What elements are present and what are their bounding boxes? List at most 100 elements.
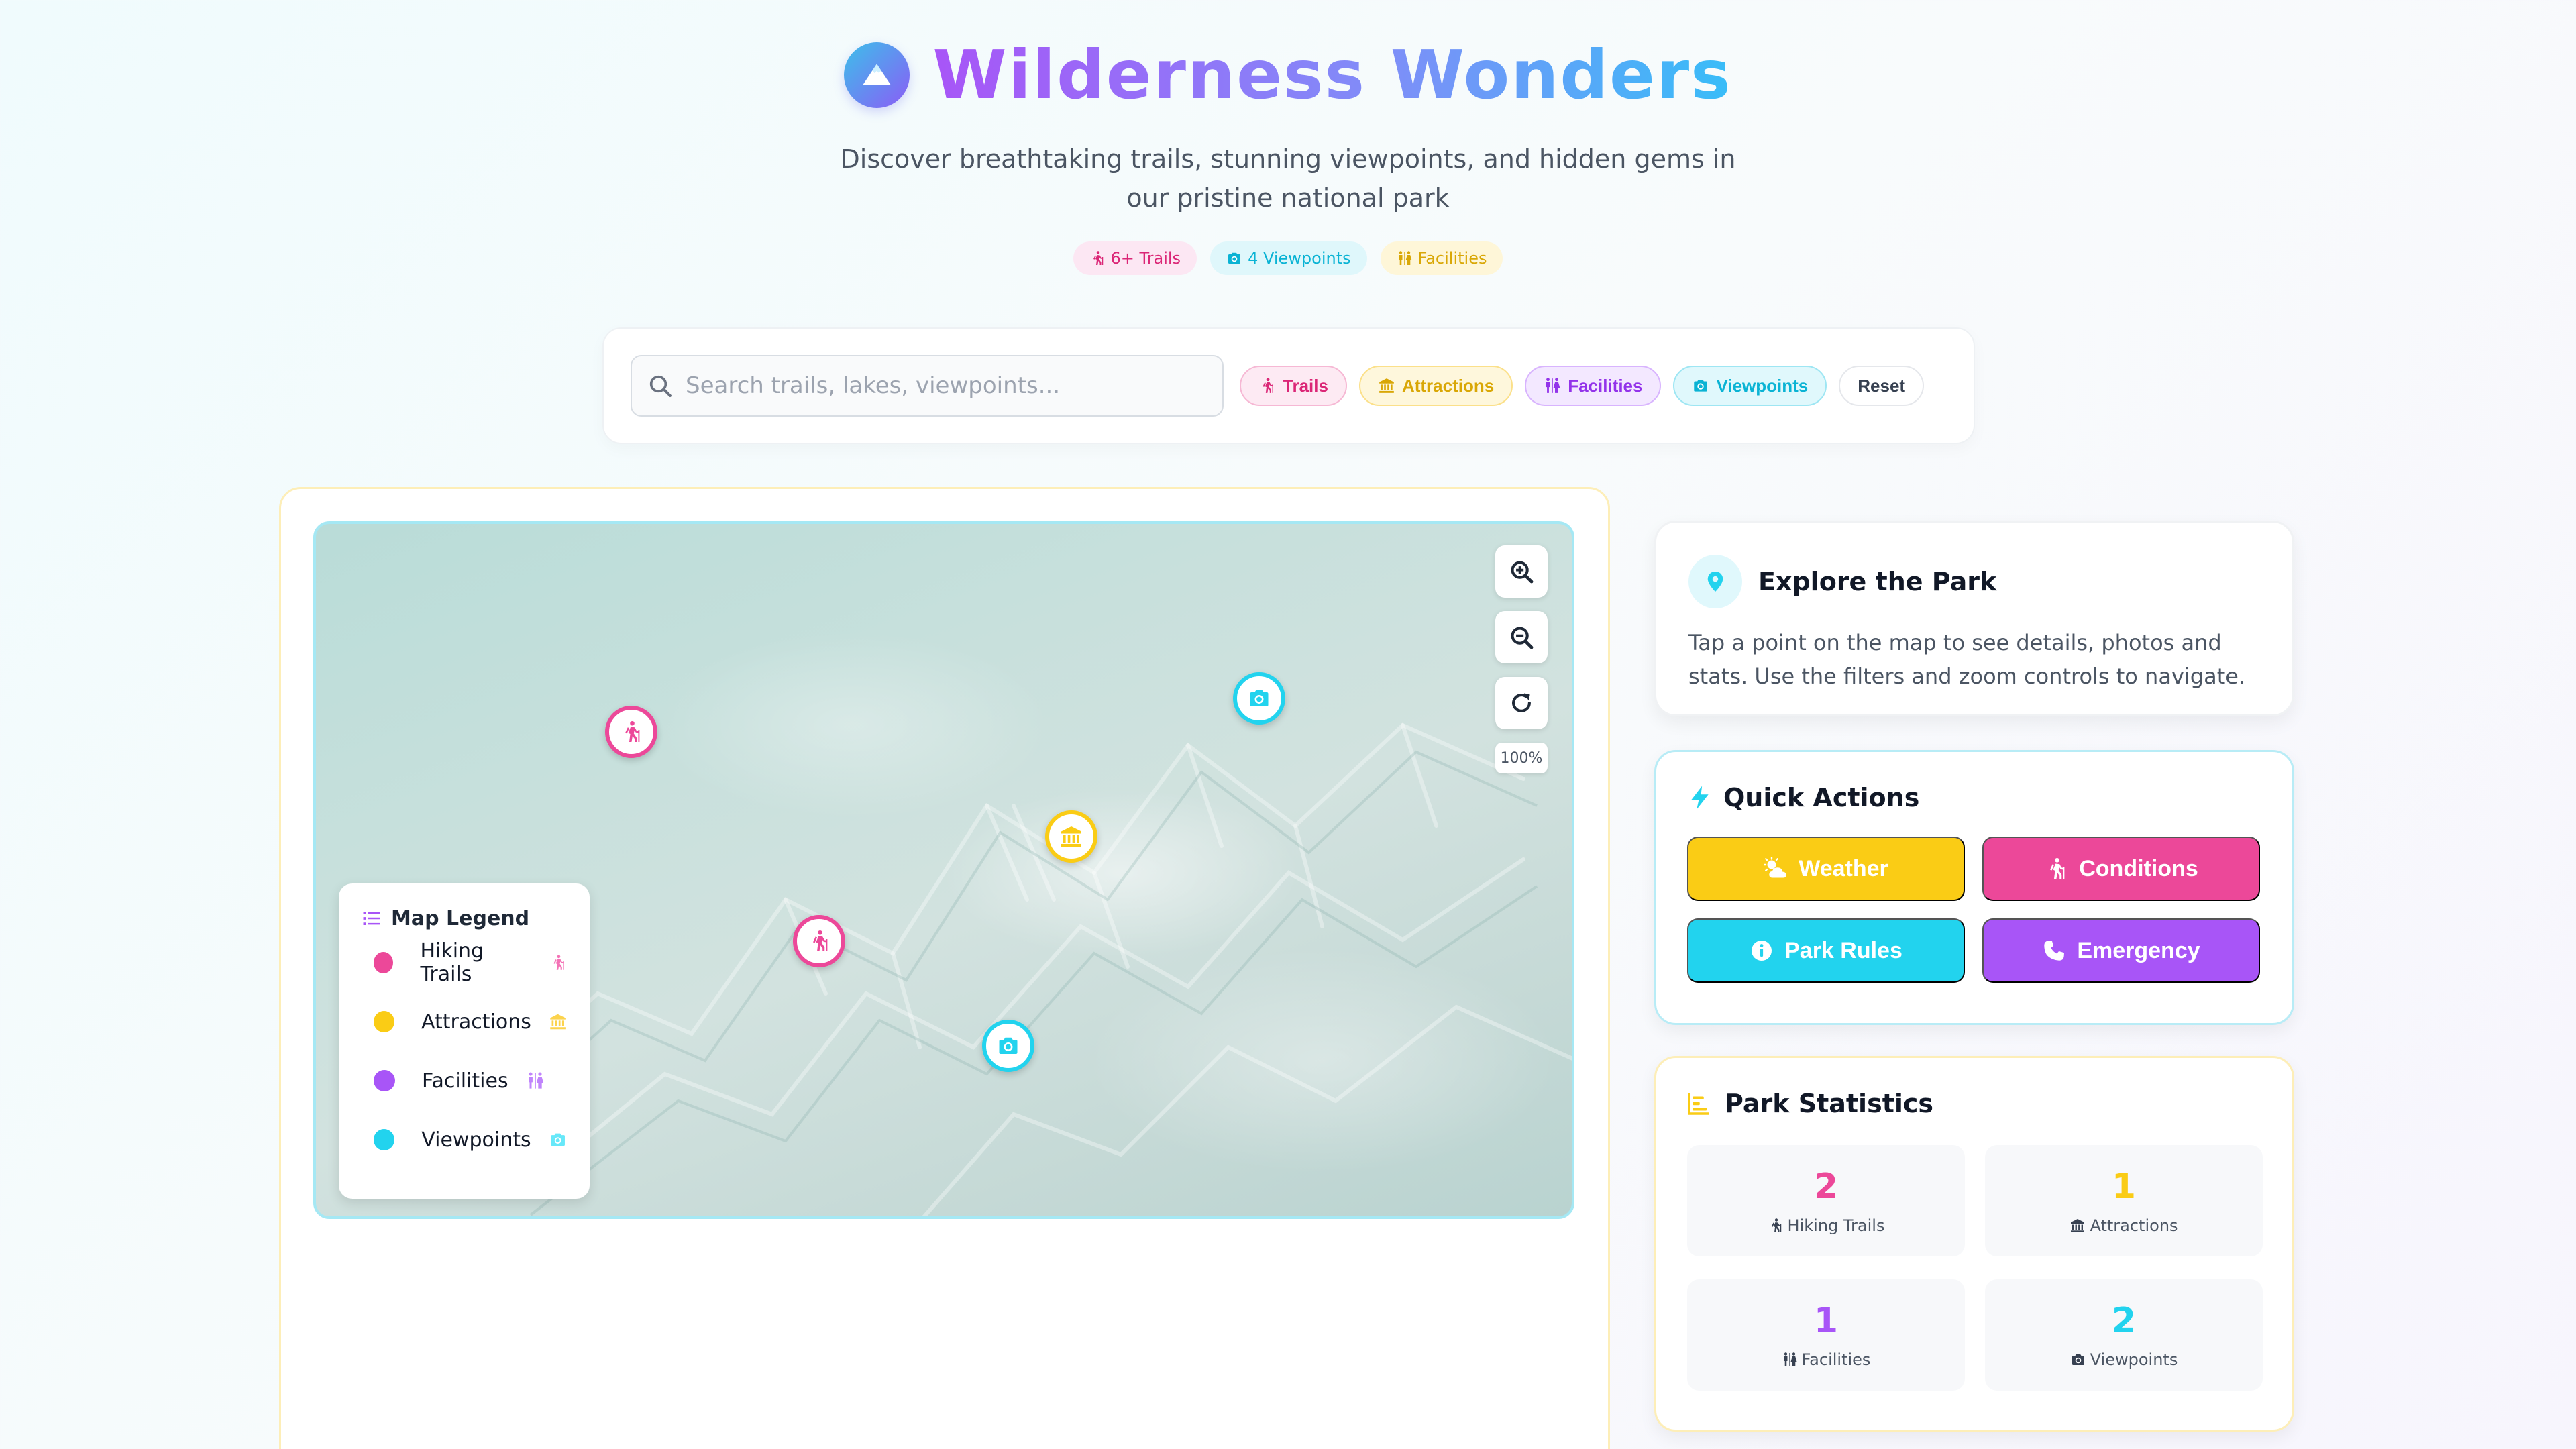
filter-attractions-button[interactable]: Attractions <box>1358 366 1513 406</box>
stat-label-row: Facilities <box>1782 1350 1871 1369</box>
park-map[interactable]: 100% Map Legend Hiking Trails Attraction… <box>313 521 1574 1219</box>
conditions-button[interactable]: Conditions <box>1982 837 2260 901</box>
title-row: Wilderness Wonders <box>0 35 2576 115</box>
map-card: 100% Map Legend Hiking Trails Attraction… <box>279 487 1610 1449</box>
filter-label: Viewpoints <box>1716 375 1809 396</box>
quick-actions-grid: Weather Conditions Park Rules Emergency <box>1687 837 2261 983</box>
emergency-button[interactable]: Emergency <box>1982 918 2260 983</box>
button-label: Weather <box>1799 855 1888 881</box>
reset-filters-button[interactable]: Reset <box>1839 366 1925 406</box>
attraction-marker[interactable] <box>1045 810 1097 863</box>
badge-label: Facilities <box>1417 249 1487 268</box>
stat-label-row: Viewpoints <box>2070 1350 2178 1369</box>
filter-label: Attractions <box>1401 375 1495 396</box>
explore-title: Explore the Park <box>1758 567 1997 596</box>
stat-hiking-trails: 2 Hiking Trails <box>1687 1145 1965 1256</box>
explore-header: Explore the Park <box>1688 555 2260 608</box>
stat-value: 1 <box>1813 1301 1839 1341</box>
stat-value: 2 <box>1813 1167 1839 1207</box>
zoom-in-icon <box>1509 559 1534 584</box>
camera-icon <box>2070 1352 2086 1368</box>
stat-label: Hiking Trails <box>1787 1216 1885 1235</box>
explore-card: Explore the Park Tap a point on the map … <box>1654 521 2294 716</box>
stat-value: 1 <box>2111 1167 2137 1207</box>
stat-label-row: Attractions <box>2070 1216 2178 1235</box>
filter-trails-button[interactable]: Trails <box>1240 366 1347 406</box>
page-header: Wilderness Wonders Discover breathtaking… <box>0 35 2576 275</box>
hiker-icon <box>2044 857 2068 881</box>
legend-dot <box>374 1070 395 1091</box>
weather-button[interactable]: Weather <box>1687 837 1965 901</box>
park-rules-button[interactable]: Park Rules <box>1687 918 1965 983</box>
filter-viewpoints-button[interactable]: Viewpoints <box>1673 366 1827 406</box>
zoom-out-icon <box>1509 625 1534 650</box>
hiker-icon <box>1258 377 1276 394</box>
statistics-title: Park Statistics <box>1725 1089 1934 1118</box>
legend-dot <box>374 1011 395 1032</box>
hiker-icon <box>1768 1218 1784 1234</box>
legend-item-facilities: Facilities <box>362 1051 567 1110</box>
filter-facilities-button[interactable]: Facilities <box>1525 366 1662 406</box>
button-label: Conditions <box>2079 855 2198 881</box>
search-input[interactable] <box>686 372 1208 399</box>
phone-icon <box>2042 938 2066 963</box>
trails-count-badge: 6+ Trails <box>1073 241 1197 275</box>
restroom-icon <box>1397 250 1413 266</box>
restroom-icon <box>526 1071 545 1090</box>
legend-label: Facilities <box>422 1069 508 1093</box>
explore-description: Tap a point on the map to see details, p… <box>1688 630 2246 689</box>
page-subtitle: Discover breathtaking trails, stunning v… <box>840 144 1736 213</box>
button-label: Park Rules <box>1784 937 1902 963</box>
landmark-icon <box>1378 377 1395 394</box>
badge-label: 4 Viewpoints <box>1248 249 1351 268</box>
stat-label: Facilities <box>1801 1350 1871 1369</box>
camera-icon <box>1226 250 1242 266</box>
camera-icon <box>549 1130 567 1149</box>
legend-dot <box>374 952 394 973</box>
search-field[interactable] <box>631 355 1224 417</box>
restroom-icon <box>1544 377 1561 394</box>
search-filter-bar: Trails Attractions Facilities Viewpoints… <box>602 327 1975 444</box>
mountain-logo-icon <box>844 42 910 108</box>
legend-item-trails: Hiking Trails <box>362 933 567 992</box>
cloud-sun-icon <box>1764 857 1788 881</box>
stat-attractions: 1 Attractions <box>1985 1145 2263 1256</box>
quick-actions-title: Quick Actions <box>1723 783 1920 812</box>
camera-icon <box>1247 686 1271 710</box>
viewpoint-marker[interactable] <box>982 1020 1034 1072</box>
zoom-level-indicator: 100% <box>1495 743 1548 773</box>
hiker-icon <box>807 929 831 953</box>
stat-label: Attractions <box>2090 1216 2178 1235</box>
park-statistics-card: Park Statistics 2 Hiking Trails 1 Attrac… <box>1654 1056 2294 1432</box>
zoom-in-button[interactable] <box>1495 545 1548 598</box>
summary-badges: 6+ Trails 4 Viewpoints Facilities <box>0 241 2576 275</box>
stat-label-row: Hiking Trails <box>1768 1216 1885 1235</box>
restroom-icon <box>1782 1352 1798 1368</box>
statistics-header: Park Statistics <box>1687 1089 2261 1118</box>
legend-title: Map Legend <box>362 904 567 933</box>
reset-view-button[interactable] <box>1495 677 1548 729</box>
list-icon <box>362 908 382 928</box>
quick-actions-card: Quick Actions Weather Conditions Park Ru… <box>1654 750 2294 1025</box>
legend-label: Hiking Trails <box>420 939 484 986</box>
button-label: Emergency <box>2077 937 2200 963</box>
trail-marker[interactable] <box>605 706 657 758</box>
legend-label: Attractions <box>421 1010 531 1034</box>
stat-value: 2 <box>2111 1301 2137 1341</box>
badge-label: 6+ Trails <box>1110 249 1181 268</box>
bar-chart-icon <box>1687 1091 1711 1116</box>
viewpoint-marker[interactable] <box>1233 672 1285 724</box>
app-title: Wilderness Wonders <box>932 36 1732 114</box>
camera-icon <box>996 1034 1020 1058</box>
stat-facilities: 1 Facilities <box>1687 1279 1965 1391</box>
zoom-out-button[interactable] <box>1495 611 1548 663</box>
landmark-icon <box>2070 1218 2086 1234</box>
statistics-grid: 2 Hiking Trails 1 Attractions 1 Faciliti… <box>1687 1145 2263 1391</box>
hiker-icon <box>619 720 643 744</box>
map-legend: Map Legend Hiking Trails Attractions Fac… <box>339 883 590 1199</box>
trail-marker[interactable] <box>793 915 845 967</box>
camera-icon <box>1692 377 1709 394</box>
landmark-icon <box>549 1012 567 1031</box>
viewpoints-count-badge: 4 Viewpoints <box>1210 241 1367 275</box>
landmark-icon <box>1059 824 1083 849</box>
